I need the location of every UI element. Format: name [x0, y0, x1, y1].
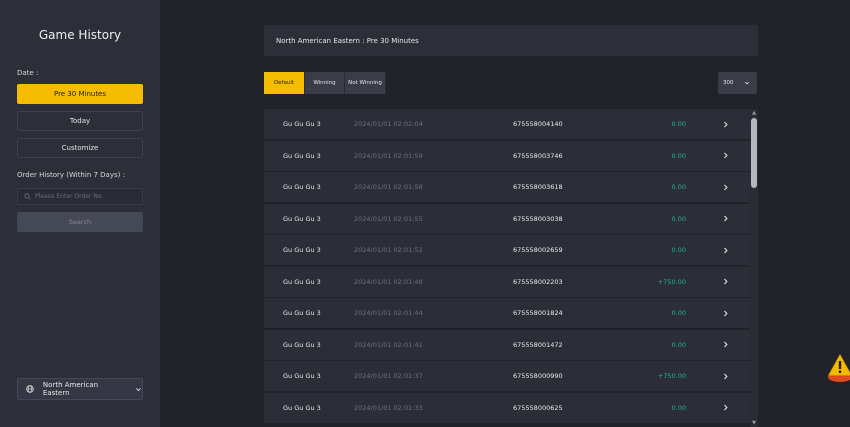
filter-tab-not-winning[interactable]: Not Winning [345, 72, 386, 94]
scroll-thumb[interactable] [751, 118, 757, 188]
bet-time: 2024/01/01 02:01:48 [354, 277, 423, 286]
bet-time: 2024/01/01 02:01:58 [354, 183, 423, 191]
win-amount: 0.00 [671, 214, 686, 223]
game-name: Gu Gu Gu 3 [283, 403, 321, 412]
bet-time: 2024/01/01 02:01:33 [354, 403, 423, 412]
date-option-label: Customize [61, 144, 99, 152]
game-name: Gu Gu Gu 3 [283, 183, 321, 191]
history-row[interactable]: Gu Gu Gu 3 2024/01/01 02:01:52 67555800265… [264, 235, 750, 265]
game-name: Gu Gu Gu 3 [283, 340, 321, 349]
win-amount: 0.00 [671, 120, 686, 128]
filter-tab-winning[interactable]: Winning [305, 72, 345, 94]
chevron-down-icon [136, 387, 141, 391]
sidebar-title: Game History [38, 28, 122, 42]
order-number: 675558000625 [513, 403, 563, 412]
filter-tab-label: Default [273, 80, 295, 86]
bet-time: 2024/01/01 02:01:44 [354, 309, 423, 317]
order-number: 675558002659 [513, 246, 563, 254]
order-number: 675558001824 [513, 309, 563, 317]
history-row[interactable]: Gu Gu Gu 3 2024/01/01 02:01:48 67555800220… [264, 266, 750, 297]
search-icon [24, 193, 31, 200]
bet-time: 2024/01/01 02:01:37 [354, 372, 423, 380]
history-row[interactable]: Gu Gu Gu 3 2024/01/01 02:01:37 67555800099… [264, 361, 750, 391]
chevron-down-icon [744, 81, 749, 85]
bet-time: 2024/01/01 02:02:04 [354, 120, 423, 128]
bet-time: 2024/01/01 02:01:55 [354, 214, 423, 223]
history-list: Gu Gu Gu 3 2024/01/01 02:02:04 67555800414… [264, 109, 750, 427]
history-row[interactable]: Gu Gu Gu 3 2024/01/01 02:01:33 67555800062… [264, 392, 750, 423]
date-option-today[interactable]: Today [17, 111, 143, 131]
history-row[interactable]: Gu Gu Gu 3 2024/01/01 02:01:58 67555800361… [264, 172, 750, 202]
region-select[interactable]: North American Eastern [17, 378, 143, 400]
game-name: Gu Gu Gu 3 [283, 309, 321, 317]
date-label: Date : [17, 69, 39, 77]
page-size-select[interactable]: 300 [718, 72, 757, 94]
history-row[interactable]: Gu Gu Gu 3 2024/01/01 02:01:59 67555800374… [264, 140, 750, 171]
history-header: North American Eastern : Pre 30 Minutes [264, 25, 758, 56]
chevron-right-icon[interactable] [722, 404, 729, 411]
search-button[interactable]: Search [17, 212, 143, 232]
order-number: 675558004140 [513, 120, 563, 128]
scroll-down-arrow-icon[interactable]: ▼ [750, 420, 758, 426]
warning-icon[interactable] [826, 353, 850, 383]
history-row[interactable]: Gu Gu Gu 3 2024/01/01 02:02:04 67555800414… [264, 109, 750, 139]
bet-time: 2024/01/01 02:01:59 [354, 151, 423, 160]
page-size-value: 300 [723, 80, 734, 86]
order-number: 675558003038 [513, 214, 563, 223]
game-name: Gu Gu Gu 3 [283, 151, 321, 160]
history-row[interactable]: Gu Gu Gu 3 2024/01/01 02:01:55 67555800303… [264, 203, 750, 234]
win-amount: 0.00 [671, 183, 686, 191]
win-amount: +750.00 [657, 372, 686, 380]
chevron-right-icon[interactable] [722, 121, 729, 128]
game-name: Gu Gu Gu 3 [283, 246, 321, 254]
date-option-label: Pre 30 Minutes [53, 90, 107, 98]
order-number: 675558002203 [513, 277, 563, 286]
filter-tab-label: Winning [313, 80, 336, 86]
game-name: Gu Gu Gu 3 [283, 372, 321, 380]
order-number: 675558000990 [513, 372, 563, 380]
order-history-label: Order History (Within 7 Days) : [17, 171, 125, 179]
filter-tab-label: Not Winning [348, 80, 382, 86]
bet-time: 2024/01/01 02:01:41 [354, 340, 423, 349]
chevron-right-icon[interactable] [722, 152, 729, 159]
chevron-right-icon[interactable] [722, 215, 729, 222]
game-name: Gu Gu Gu 3 [283, 120, 321, 128]
date-option-pre-30-minutes[interactable]: Pre 30 Minutes [17, 84, 143, 104]
history-header-title: North American Eastern : Pre 30 Minutes [276, 36, 419, 45]
win-amount: +750.00 [657, 277, 686, 286]
order-number: 675558001472 [513, 340, 563, 349]
order-number: 675558003618 [513, 183, 563, 191]
order-number: 675558003746 [513, 151, 563, 160]
order-search-input[interactable] [35, 193, 135, 200]
globe-icon [26, 385, 34, 393]
chevron-right-icon[interactable] [722, 247, 729, 254]
order-search-field[interactable] [17, 188, 143, 205]
scroll-up-arrow-icon[interactable]: ▲ [750, 110, 758, 116]
win-amount: 0.00 [671, 403, 686, 412]
win-amount: 0.00 [671, 246, 686, 254]
chevron-right-icon[interactable] [722, 310, 729, 317]
sidebar: Game History Date : Pre 30 Minutes Today… [0, 0, 160, 427]
bet-time: 2024/01/01 02:01:52 [354, 246, 423, 254]
history-row[interactable]: Gu Gu Gu 3 2024/01/01 02:01:44 67555800182… [264, 298, 750, 328]
search-button-label: Search [68, 218, 92, 226]
filter-tab-default[interactable]: Default [264, 72, 305, 94]
region-select-label: North American Eastern [42, 381, 99, 397]
date-option-label: Today [69, 117, 91, 125]
chevron-right-icon[interactable] [722, 373, 729, 380]
date-option-customize[interactable]: Customize [17, 138, 143, 158]
win-amount: 0.00 [671, 340, 686, 349]
chevron-right-icon[interactable] [722, 278, 729, 285]
win-amount: 0.00 [671, 151, 686, 160]
chevron-right-icon[interactable] [722, 184, 729, 191]
list-scrollbar[interactable]: ▲ ▼ [750, 109, 758, 427]
win-amount: 0.00 [671, 309, 686, 317]
history-row[interactable]: Gu Gu Gu 3 2024/01/01 02:01:41 67555800147… [264, 329, 750, 360]
game-name: Gu Gu Gu 3 [283, 277, 321, 286]
filter-tabs: Default Winning Not Winning [264, 72, 386, 94]
game-name: Gu Gu Gu 3 [283, 214, 321, 223]
chevron-right-icon[interactable] [722, 341, 729, 348]
